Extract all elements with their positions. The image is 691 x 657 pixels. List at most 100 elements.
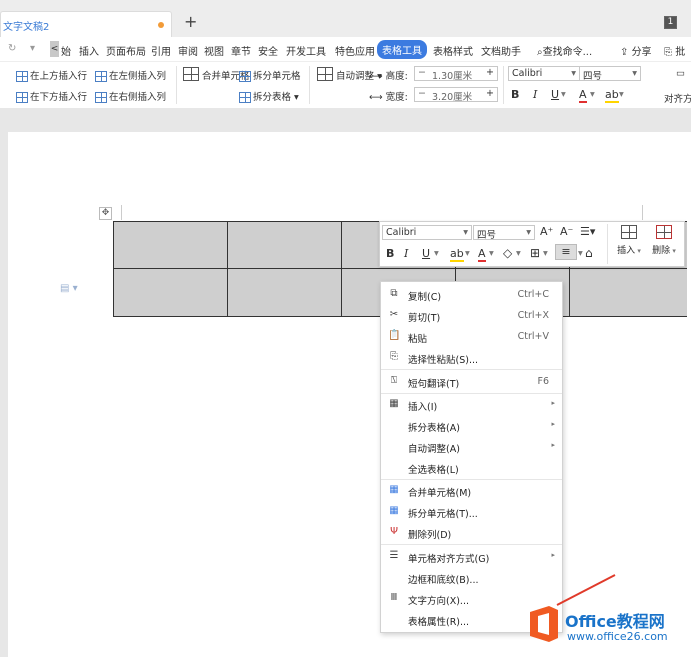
menu-item-insert[interactable]: ▦ 插入(I) ▸ [381, 394, 562, 415]
menu-table-tools[interactable]: 表格工具 [377, 40, 427, 59]
grow-font-button[interactable]: A⁺ [540, 225, 553, 238]
menu-item-translate[interactable]: ⍂ 短句翻译(T) F6 [381, 371, 562, 392]
search-command[interactable]: ⌕查找命令... [537, 43, 592, 58]
menu-references[interactable]: 引用 [151, 43, 171, 58]
menu-scroll-left-button[interactable]: < [50, 41, 59, 57]
align-icon[interactable]: ▭ [676, 68, 685, 79]
auto-fit-button[interactable]: 自动调整 ▾ [317, 67, 382, 86]
align-label[interactable]: 对齐方 [664, 91, 691, 105]
undo-icon[interactable]: ↻ [8, 43, 16, 54]
highlight-icon[interactable]: ab [605, 88, 619, 103]
table-cell[interactable] [569, 268, 687, 317]
comment-button[interactable]: ⎘ 批 [664, 43, 685, 58]
menu-item-paste-special[interactable]: ⎘ 选择性粘贴(S)... [381, 347, 562, 368]
table-cell[interactable] [113, 221, 228, 269]
line-spacing-icon[interactable]: ☰▾ [580, 225, 595, 238]
insert-row-above-button[interactable]: 在上方插入行 [16, 68, 87, 82]
height-decrement-button[interactable]: − [418, 67, 426, 78]
mini-shading-icon[interactable]: ◇ [503, 246, 512, 260]
quick-access-dropdown-icon[interactable]: ▾ [30, 43, 35, 54]
menu-developer[interactable]: 开发工具 [286, 43, 326, 58]
table-cell[interactable] [113, 268, 228, 317]
menu-doc-assistant[interactable]: 文档助手 [481, 43, 521, 58]
menu-item-cut[interactable]: ✂ 剪切(T) Ctrl+X [381, 305, 562, 326]
mini-align-dropdown-icon[interactable]: ▾ [578, 248, 583, 259]
highlight-dropdown-icon[interactable]: ▾ [619, 89, 624, 100]
insert-row-below-button[interactable]: 在下方插入行 [16, 89, 87, 103]
mini-bold-button[interactable]: B [386, 247, 394, 260]
menu-item-delete-column[interactable]: Ψ 删除列(D) [381, 522, 562, 543]
underline-dropdown-icon[interactable]: ▾ [561, 89, 566, 100]
split-cells-button[interactable]: 拆分单元格 [239, 68, 301, 82]
mini-shading-dropdown-icon[interactable]: ▾ [516, 248, 521, 259]
width-increment-button[interactable]: + [486, 88, 494, 99]
mini-insert-button[interactable]: 插入 ▾ [615, 225, 643, 256]
menu-item-label: 粘贴 [408, 334, 428, 345]
height-stepper[interactable]: − 1.30厘米 + [414, 66, 498, 82]
height-increment-button[interactable]: + [486, 67, 494, 78]
menu-item-borders-shading[interactable]: 边框和底纹(B)... [381, 567, 562, 588]
shrink-font-button[interactable]: A⁻ [560, 225, 573, 238]
mini-border-icon[interactable]: ⊞ [530, 246, 540, 260]
font-select[interactable]: Calibri ▾ [508, 66, 580, 81]
font-color-button[interactable]: A [579, 88, 587, 103]
menu-start[interactable]: 始 [61, 43, 71, 58]
table-move-handle-icon[interactable]: ✥ [99, 207, 112, 220]
bold-button[interactable]: B [511, 88, 519, 101]
menu-page-layout[interactable]: 页面布局 [106, 43, 146, 58]
width-stepper[interactable]: − 3.20厘米 + [414, 87, 498, 103]
mini-size-select[interactable]: 四号 ▾ [473, 225, 535, 241]
mini-underline-button[interactable]: U [422, 247, 430, 260]
mini-highlight-icon[interactable]: ab [450, 247, 464, 262]
menu-item-merge-cells[interactable]: ▦ 合并单元格(M) [381, 480, 562, 501]
mini-font-select[interactable]: Calibri ▾ [382, 225, 472, 240]
col-width-icon: ⟷ [369, 92, 386, 103]
mini-delete-button[interactable]: 删除 ▾ [648, 225, 680, 256]
menu-item-copy[interactable]: ⧉ 复制(C) Ctrl+C [381, 284, 562, 305]
underline-button[interactable]: U [551, 88, 559, 101]
mini-font-color-icon[interactable]: A [478, 247, 486, 262]
table-cell[interactable] [227, 268, 342, 317]
share-button[interactable]: ⇪ 分享 [620, 43, 652, 58]
document-tab[interactable]: 文字文稿2 [0, 11, 172, 37]
menu-item-label: 剪切(T) [408, 313, 441, 324]
mini-italic-button[interactable]: I [404, 247, 408, 260]
window-count-badge[interactable]: 1 [664, 16, 677, 29]
italic-button[interactable]: I [533, 88, 537, 101]
comment-label: 批 [675, 47, 686, 58]
menu-view[interactable]: 视图 [204, 43, 224, 58]
mini-border-dropdown-icon[interactable]: ▾ [543, 248, 548, 259]
insert-col-left-button[interactable]: 在左侧插入列 [95, 68, 166, 82]
menu-review[interactable]: 审阅 [178, 43, 198, 58]
menu-item-split-cells[interactable]: ▦ 拆分单元格(T)... [381, 501, 562, 522]
menu-item-auto-fit[interactable]: 自动调整(A) ▸ [381, 436, 562, 457]
menu-security[interactable]: 安全 [258, 43, 278, 58]
menu-insert[interactable]: 插入 [79, 43, 99, 58]
menu-item-cell-align[interactable]: ☰ 单元格对齐方式(G) ▸ [381, 546, 562, 567]
split-cells-label: 拆分单元格 [253, 71, 301, 82]
mini-highlight-dropdown-icon[interactable]: ▾ [465, 248, 470, 259]
width-label: ⟷ 宽度: [369, 89, 408, 103]
menu-item-select-table[interactable]: 全选表格(L) [381, 457, 562, 478]
mini-eraser-icon[interactable]: ⌂ [585, 246, 593, 260]
font-size-select[interactable]: 四号 ▾ [579, 66, 641, 82]
insert-col-right-button[interactable]: 在右侧插入列 [95, 89, 166, 103]
menu-bar: ↻ ▾ 始 插入 页面布局 引用 审阅 视图 章节 安全 开发工具 特色应用 表… [0, 37, 691, 62]
menu-features[interactable]: 特色应用 [335, 43, 375, 58]
mini-size-value: 四号 [477, 230, 497, 241]
menu-chapter[interactable]: 章节 [231, 43, 251, 58]
paragraph-marker-icon[interactable]: ▤ ▾ [60, 283, 78, 294]
merge-cells-button[interactable]: 合并单元格 [183, 67, 250, 86]
menu-table-style[interactable]: 表格样式 [433, 43, 473, 58]
font-color-dropdown-icon[interactable]: ▾ [590, 89, 595, 100]
menu-item-split-table[interactable]: 拆分表格(A) ▸ [381, 415, 562, 436]
mini-font-color-dropdown-icon[interactable]: ▾ [489, 248, 494, 259]
menu-item-paste[interactable]: 📋 粘贴 Ctrl+V [381, 326, 562, 347]
table-cell[interactable] [227, 221, 342, 269]
width-decrement-button[interactable]: − [418, 88, 426, 99]
mini-align-icon[interactable]: ≡ [555, 244, 577, 260]
split-table-icon [239, 92, 251, 103]
split-table-button[interactable]: 拆分表格 ▾ [239, 89, 299, 103]
mini-underline-dropdown-icon[interactable]: ▾ [434, 248, 439, 259]
new-tab-button[interactable]: + [184, 12, 197, 31]
